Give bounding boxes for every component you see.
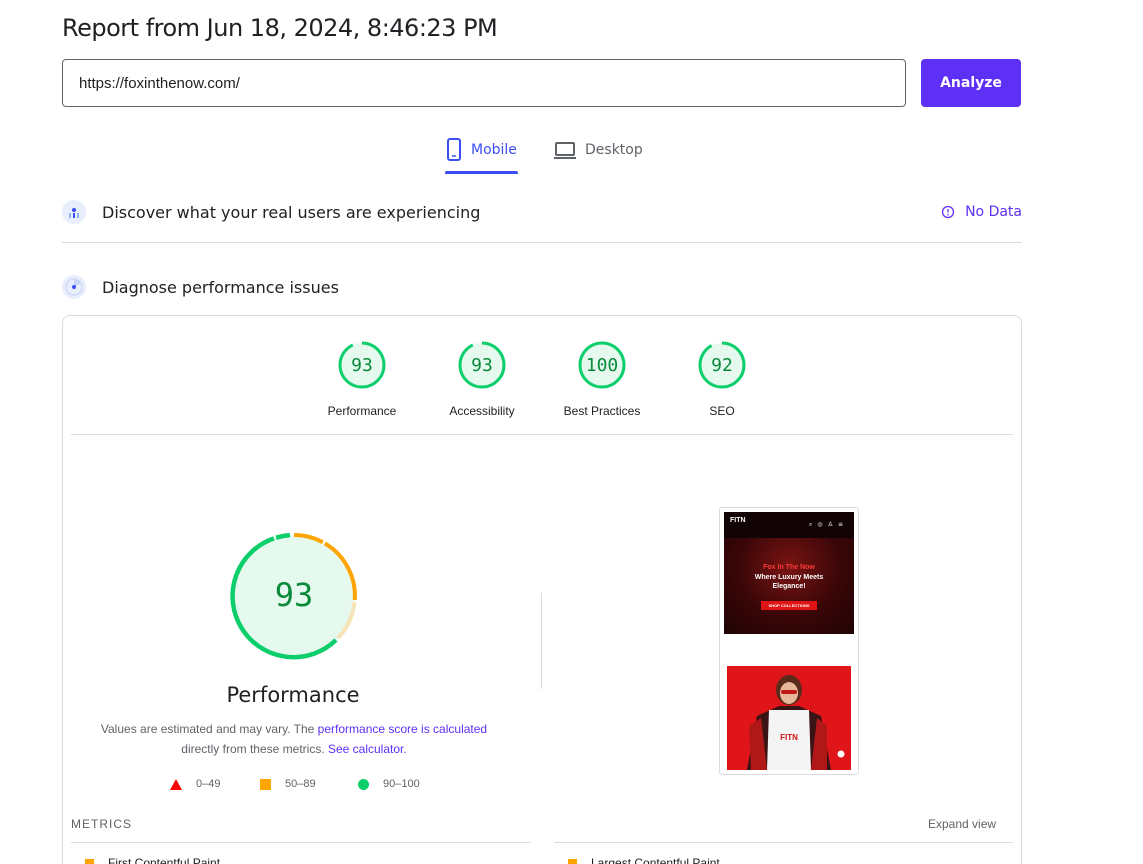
performance-title: Performance [226, 683, 360, 707]
radar-icon [62, 275, 86, 299]
performance-score: 93 [275, 576, 314, 614]
legend-average: 50–89 [260, 778, 316, 790]
score-value: 93 [351, 355, 373, 376]
legend-range: 50–89 [285, 778, 316, 790]
score-label: Best Practices [563, 404, 641, 418]
screenshot-logo: FITN [730, 517, 746, 524]
analyze-button[interactable]: Analyze [921, 59, 1021, 107]
metric-name: Largest Contentful Paint [591, 856, 720, 864]
tab-desktop-label: Desktop [585, 142, 643, 158]
screenshot-tagline-1: Where Luxury Meets [754, 574, 824, 581]
model-illustration: FITN [727, 666, 851, 770]
note-text: Values are estimated and may vary. The [100, 722, 318, 736]
screenshot-tagline: Where Luxury Meets Elegance! [724, 573, 854, 591]
score-value: 92 [711, 355, 733, 376]
performance-note: Values are estimated and may vary. The p… [94, 719, 494, 759]
no-data-label: No Data [965, 204, 1022, 220]
report-title: Report from Jun 18, 2024, 8:46:23 PM [62, 14, 498, 42]
score-best-practices[interactable]: 100 Best Practices [542, 340, 662, 418]
diagnose-title: Diagnose performance issues [102, 277, 339, 297]
diagnose-section: Diagnose performance issues [62, 275, 1022, 299]
legend-fail: 0–49 [170, 778, 220, 790]
score-value: 100 [586, 355, 619, 376]
screenshot-nav-icons: ⌕◎♙≡ [808, 521, 848, 528]
score-seo[interactable]: 92 SEO [662, 340, 782, 418]
tab-mobile-label: Mobile [471, 142, 517, 158]
tab-mobile[interactable]: Mobile [445, 138, 517, 174]
final-screenshot: FITN ⌕◎♙≡ Fox In The Now Where Luxury Me… [719, 507, 859, 775]
score-label: Performance [327, 404, 397, 418]
circle-icon [358, 778, 369, 790]
tab-active-indicator [445, 171, 518, 174]
screenshot-hero-image: Fox In The Now Where Luxury Meets Elegan… [724, 538, 854, 634]
score-accessibility[interactable]: 93 Accessibility [422, 340, 542, 418]
gauge-performance: 93 [338, 341, 386, 389]
triangle-icon [170, 778, 182, 790]
metrics-heading: METRICS [71, 817, 132, 831]
info-icon [941, 205, 955, 219]
score-value: 93 [471, 355, 493, 376]
score-performance[interactable]: 93 Performance [302, 340, 422, 418]
square-icon [85, 858, 94, 864]
screenshot-headline: Fox In The Now [763, 564, 815, 571]
metrics-divider-right [554, 842, 1013, 843]
shirt-logo: FITN [780, 733, 798, 742]
screenshot-header: FITN ⌕◎♙≡ [724, 512, 854, 538]
expand-view-button[interactable]: Expand view [928, 817, 996, 831]
users-icon [62, 200, 86, 224]
gauge-best-practices: 100 [578, 341, 626, 389]
metric-fcp: First Contentful Paint [85, 856, 220, 864]
field-data-title: Discover what your real users are experi… [102, 202, 481, 222]
note-text-2: directly from these metrics. [181, 742, 328, 756]
performance-gauge-large: 93 [230, 532, 357, 660]
metric-name: First Contentful Paint [108, 856, 221, 864]
field-data-section: Discover what your real users are experi… [62, 200, 1022, 224]
square-icon [568, 858, 577, 864]
score-arc-tail [275, 532, 291, 540]
phone-icon [447, 138, 461, 161]
see-calculator-link[interactable]: See calculator. [328, 742, 407, 756]
laptop-icon [554, 142, 576, 159]
screenshot-product-image: FITN [727, 666, 851, 770]
no-data-link[interactable]: No Data [941, 204, 1022, 220]
score-label: SEO [709, 404, 735, 418]
metric-lcp: Largest Contentful Paint [568, 856, 720, 864]
gauge-accessibility: 93 [458, 341, 506, 389]
metrics-divider-left [71, 842, 531, 843]
screenshot-tagline-2: Elegance! [772, 583, 806, 590]
tab-desktop[interactable]: Desktop [553, 138, 643, 174]
score-calculated-link[interactable]: performance score is calculated [318, 722, 487, 736]
gauge-seo: 92 [698, 341, 746, 389]
section-divider [62, 242, 1022, 243]
square-icon [260, 778, 271, 790]
url-input[interactable] [62, 59, 906, 107]
vertical-divider [541, 593, 542, 689]
card-divider [71, 434, 1013, 435]
legend-range: 90–100 [383, 778, 420, 790]
legend-pass: 90–100 [358, 778, 420, 790]
screenshot-cta: SHOP COLLECTIONS [761, 601, 817, 610]
legend-range: 0–49 [196, 778, 221, 790]
screenshot-hero: FITN ⌕◎♙≡ Fox In The Now Where Luxury Me… [724, 512, 854, 634]
score-label: Accessibility [449, 404, 515, 418]
